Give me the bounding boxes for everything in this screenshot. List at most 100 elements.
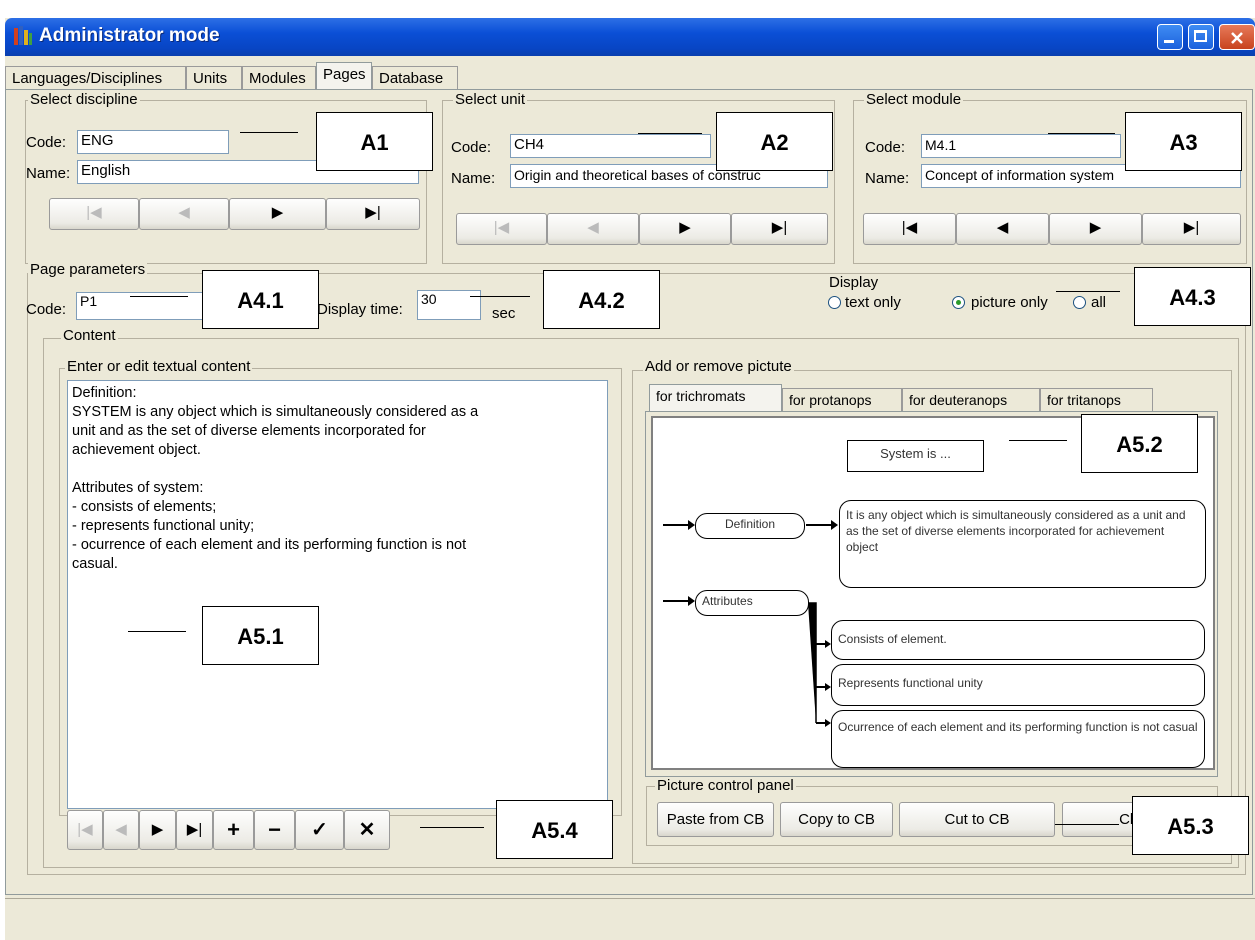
prev-record-icon: ◀ [115, 821, 127, 838]
minimize-icon [1164, 40, 1174, 43]
picture-control-legend: Picture control panel [655, 777, 796, 794]
diagram-attr-1: Consists of element. [831, 620, 1205, 660]
callout-a2-leader [638, 133, 702, 134]
page-code-label: Code: [26, 301, 67, 318]
status-bar [5, 898, 1255, 940]
tab-languages-disciplines[interactable]: Languages/Disciplines [5, 66, 186, 90]
discipline-last-button[interactable]: ▶| [326, 198, 420, 230]
discipline-next-button[interactable]: ▶ [229, 198, 326, 230]
unit-prev-button[interactable]: ◀ [547, 213, 639, 245]
callout-a4-1-leader [130, 296, 188, 297]
callout-a5-1: A5.1 [202, 606, 319, 665]
module-code-label: Code: [865, 139, 906, 156]
page-add-button[interactable]: + [213, 810, 254, 850]
page-last-button[interactable]: ▶| [176, 810, 213, 850]
first-record-icon: |◀ [86, 204, 102, 221]
next-record-icon: ▶ [1089, 219, 1102, 236]
cut-to-cb-button[interactable]: Cut to CB [899, 802, 1055, 837]
plus-icon: + [227, 817, 240, 842]
page-next-button[interactable]: ▶ [139, 810, 176, 850]
check-icon: ✓ [311, 819, 328, 841]
tab-pages[interactable]: Pages [316, 62, 372, 90]
picture-tab-protanops[interactable]: for protanops [782, 388, 902, 412]
close-button[interactable] [1219, 24, 1255, 50]
maximize-icon [1194, 30, 1207, 42]
app-icon [14, 26, 32, 45]
discipline-name-label: Name: [26, 165, 71, 182]
last-record-icon: ▶| [186, 821, 203, 838]
tab-modules[interactable]: Modules [242, 66, 316, 90]
text-content-legend: Enter or edit textual content [65, 358, 253, 375]
module-first-button[interactable]: |◀ [863, 213, 956, 245]
prev-record-icon: ◀ [178, 204, 190, 221]
callout-a5-4: A5.4 [496, 800, 613, 859]
discipline-code-field[interactable]: ENG [77, 130, 229, 154]
discipline-prev-button[interactable]: ◀ [139, 198, 229, 230]
diagram-attributes-label: Attributes [695, 590, 809, 616]
callout-a1: A1 [316, 112, 433, 171]
callout-a4-2: A4.2 [543, 270, 660, 329]
callout-a4-2-leader [470, 296, 530, 297]
radio-picture-only-label: picture only [971, 294, 1048, 311]
diagram-attr-3: Ocurrence of each element and its perfor… [831, 710, 1205, 768]
picture-legend: Add or remove pictute [643, 358, 794, 375]
display-time-field[interactable]: 30 [417, 290, 481, 320]
tab-units[interactable]: Units [186, 66, 242, 90]
unit-next-button[interactable]: ▶ [639, 213, 731, 245]
callout-a5-1-leader [128, 631, 186, 632]
title-bar[interactable]: Administrator mode [5, 18, 1255, 56]
callout-a1-leader [240, 132, 298, 133]
page-delete-button[interactable]: − [254, 810, 295, 850]
page-first-button[interactable]: |◀ [67, 810, 103, 850]
unit-code-field[interactable]: CH4 [510, 134, 711, 158]
diagram-definition-label: Definition [695, 513, 805, 539]
first-record-icon: |◀ [901, 219, 918, 236]
last-record-icon: ▶| [1183, 219, 1200, 236]
tab-database[interactable]: Database [372, 66, 458, 90]
discipline-first-button[interactable]: |◀ [49, 198, 139, 230]
picture-tab-deuteranops[interactable]: for deuteranops [902, 388, 1040, 412]
next-record-icon: ▶ [271, 204, 284, 221]
prev-record-icon: ◀ [996, 219, 1009, 236]
page-parameters-legend: Page parameters [28, 261, 148, 278]
diagram-definition-text: It is any object which is simultaneously… [839, 500, 1206, 588]
callout-a2: A2 [716, 112, 833, 171]
module-code-field[interactable]: M4.1 [921, 134, 1121, 158]
module-prev-button[interactable]: ◀ [956, 213, 1049, 245]
text-content-editor[interactable]: Definition: SYSTEM is any object which i… [67, 380, 608, 809]
radio-all[interactable] [1073, 296, 1086, 309]
display-time-unit: sec [492, 305, 516, 322]
module-legend: Select module [864, 91, 964, 108]
module-next-button[interactable]: ▶ [1049, 213, 1142, 245]
paste-from-cb-button[interactable]: Paste from CB [657, 802, 774, 837]
picture-tab-tritanops[interactable]: for tritanops [1040, 388, 1153, 412]
page-cancel-button[interactable]: ✕ [344, 810, 390, 850]
next-record-icon: ▶ [151, 821, 164, 838]
last-record-icon: ▶| [365, 204, 381, 221]
module-name-label: Name: [865, 170, 910, 187]
page-top-edge [0, 0, 1255, 18]
copy-to-cb-button[interactable]: Copy to CB [780, 802, 893, 837]
picture-tab-trichromats[interactable]: for trichromats [649, 384, 782, 412]
discipline-legend: Select discipline [28, 91, 140, 108]
page-prev-button[interactable]: ◀ [103, 810, 139, 850]
minimize-button[interactable] [1157, 24, 1183, 50]
radio-text-only[interactable] [828, 296, 841, 309]
first-record-icon: |◀ [77, 821, 93, 838]
callout-a4-1: A4.1 [202, 270, 319, 329]
display-time-label: Display time: [317, 301, 403, 318]
maximize-button[interactable] [1188, 24, 1214, 50]
callout-a5-3-leader [1055, 824, 1119, 825]
admin-window: Administrator mode Languages/Disciplines… [5, 18, 1255, 940]
unit-first-button[interactable]: |◀ [456, 213, 547, 245]
unit-name-label: Name: [451, 170, 496, 187]
module-last-button[interactable]: ▶| [1142, 213, 1241, 245]
unit-legend: Select unit [453, 91, 528, 108]
close-icon [1231, 32, 1243, 44]
page-post-button[interactable]: ✓ [295, 810, 344, 850]
next-record-icon: ▶ [679, 219, 691, 236]
callout-a5-4-leader [420, 827, 484, 828]
callout-a4-3: A4.3 [1134, 267, 1251, 326]
unit-last-button[interactable]: ▶| [731, 213, 828, 245]
radio-picture-only[interactable] [952, 296, 965, 309]
